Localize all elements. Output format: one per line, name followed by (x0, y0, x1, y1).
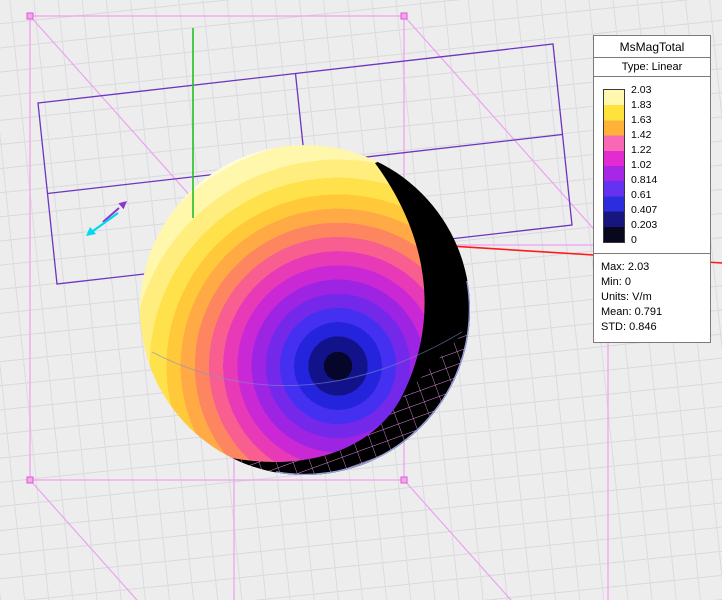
source-arrow (86, 201, 127, 236)
tick-label: 1.22 (631, 145, 657, 155)
legend-colorbar-section: 2.03 1.83 1.63 1.42 1.22 1.02 0.814 0.61… (594, 77, 710, 254)
tick-label: 0 (631, 235, 657, 245)
field-sphere (140, 100, 540, 540)
legend-type: Type: Linear (594, 58, 710, 77)
stat-min: Min: 0 (601, 275, 703, 290)
tick-label: 1.02 (631, 160, 657, 170)
3d-viewport[interactable]: MsMagTotal Type: Linear 2.03 1.83 1.63 1… (0, 0, 722, 600)
stat-units: Units: V/m (601, 290, 703, 305)
stat-mean: Mean: 0.791 (601, 305, 703, 320)
tick-label: 1.63 (631, 115, 657, 125)
field-legend: MsMagTotal Type: Linear 2.03 1.83 1.63 1… (593, 35, 711, 343)
stat-std: STD: 0.846 (601, 320, 703, 335)
tick-label: 1.83 (631, 100, 657, 110)
tick-label: 0.203 (631, 220, 657, 230)
tick-label: 0.61 (631, 190, 657, 200)
tick-label: 1.42 (631, 130, 657, 140)
stat-max: Max: 2.03 (601, 260, 703, 275)
legend-title: MsMagTotal (594, 36, 710, 58)
tick-label: 0.407 (631, 205, 657, 215)
tick-label: 2.03 (631, 85, 657, 95)
colorbar-tick-labels: 2.03 1.83 1.63 1.42 1.22 1.02 0.814 0.61… (631, 85, 657, 245)
tick-label: 0.814 (631, 175, 657, 185)
legend-stats: Max: 2.03 Min: 0 Units: V/m Mean: 0.791 … (594, 254, 710, 342)
colorbar (603, 89, 625, 243)
